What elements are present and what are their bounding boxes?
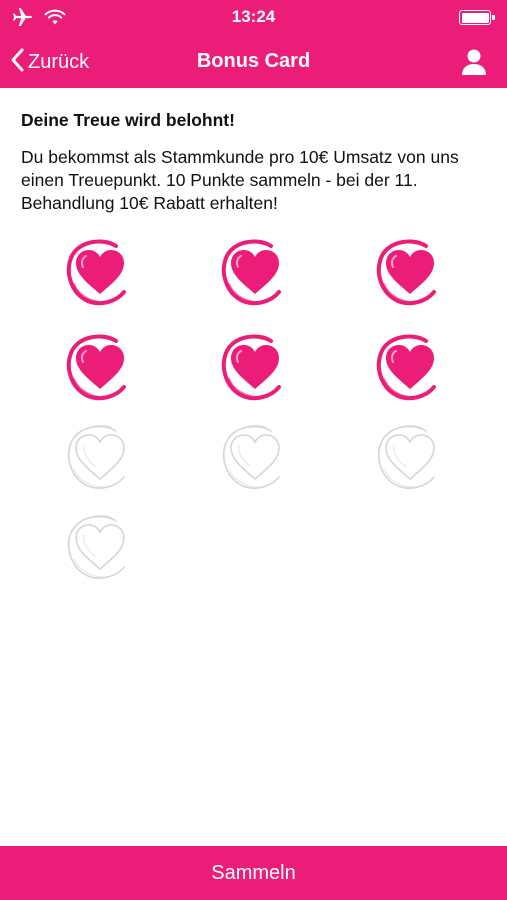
stamp-collected-heart-icon	[219, 236, 291, 308]
user-icon	[459, 49, 489, 81]
navigation-bar: Zurück Bonus Card	[0, 40, 507, 84]
stamp-collected-heart-icon	[374, 236, 446, 308]
collect-button[interactable]: Sammeln	[0, 846, 507, 900]
battery-icon	[459, 10, 495, 25]
stamp-empty-heart-icon	[64, 511, 136, 583]
bonus-headline: Deine Treue wird belohnt!	[21, 110, 235, 130]
stamp-collected-heart-icon	[374, 331, 446, 403]
stamp-empty-heart-icon	[64, 421, 136, 493]
status-bar: 13:24	[0, 0, 507, 34]
stamp-collected-heart-icon	[219, 331, 291, 403]
bonus-card-content: Deine Treue wird belohnt! Du bekommst al…	[21, 108, 491, 215]
app-header: 13:24 Zurück Bonus Card	[0, 0, 507, 88]
status-time: 13:24	[231, 7, 276, 26]
stamp-collected-heart-icon	[64, 236, 136, 308]
back-button[interactable]: Zurück	[10, 48, 89, 76]
stamp-collected-heart-icon	[64, 331, 136, 403]
stamp-empty-heart-icon	[219, 421, 291, 493]
chevron-left-icon	[10, 48, 24, 77]
stamp-empty-heart-icon	[374, 421, 446, 493]
bonus-description: Du bekommst als Stammkunde pro 10€ Umsat…	[21, 147, 459, 213]
user-profile-button[interactable]	[459, 47, 489, 77]
back-button-label: Zurück	[28, 50, 90, 73]
